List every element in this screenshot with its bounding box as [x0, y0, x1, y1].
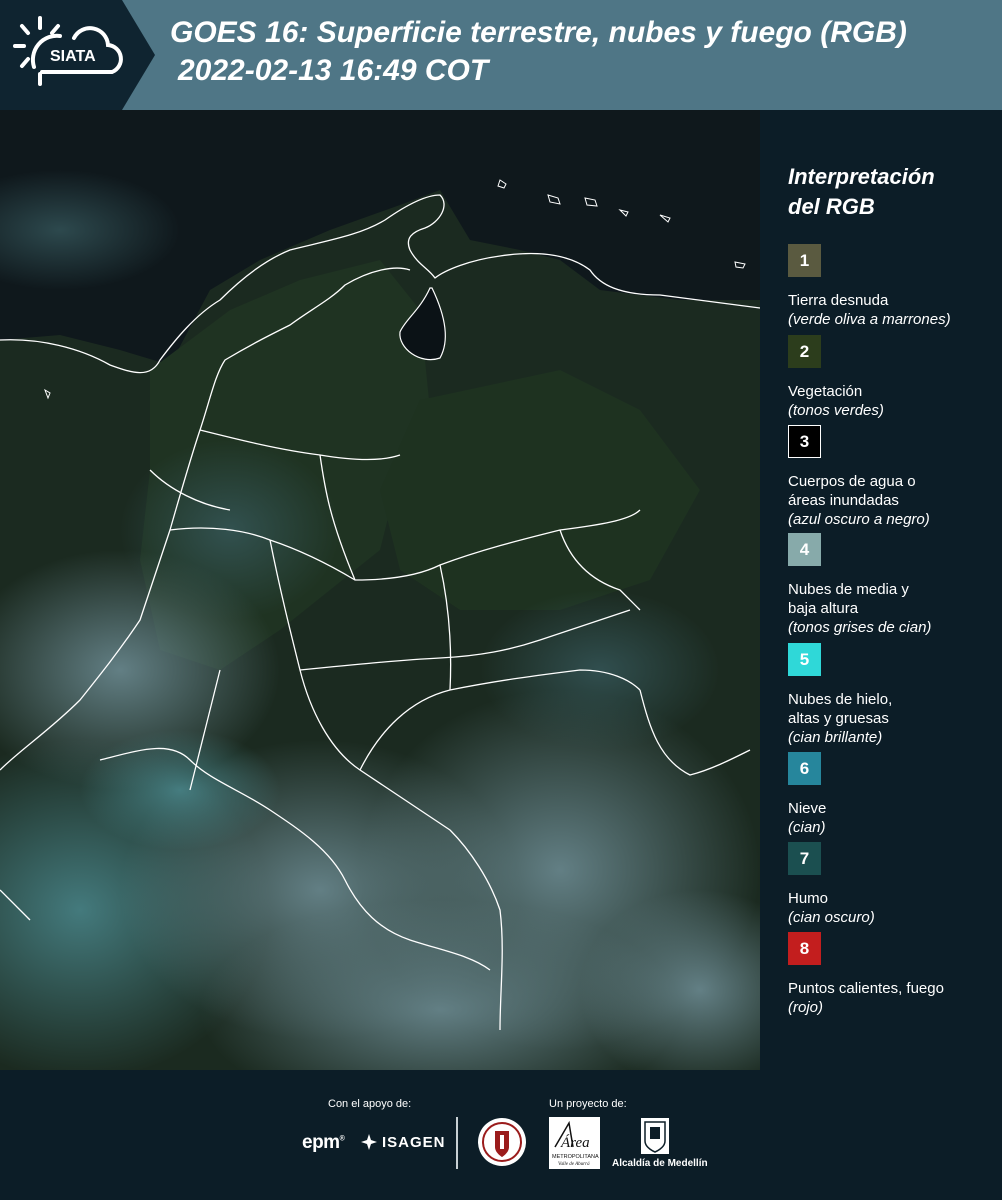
legend-swatch: 6: [788, 752, 821, 785]
isagen-logo: ISAGEN: [360, 1133, 446, 1151]
title-line-1: GOES 16: Superficie terrestre, nubes y f…: [170, 16, 907, 49]
svg-text:METROPOLITANA: METROPOLITANA: [552, 1154, 599, 1160]
satellite-image: [0, 110, 760, 1070]
page-title: GOES 16: Superficie terrestre, nubes y f…: [170, 14, 907, 90]
legend-swatch: 5: [788, 643, 821, 676]
legend-swatch: 3: [788, 425, 821, 458]
legend-item-ice-clouds: 5 Nubes de hielo, altas y gruesas (cian …: [788, 643, 998, 747]
isagen-star-icon: [361, 1134, 377, 1150]
legend-swatch: 7: [788, 842, 821, 875]
legend-title: Interpretación del RGB: [788, 164, 935, 219]
legend-swatch: 4: [788, 533, 821, 566]
svg-text:Área: Área: [560, 1134, 590, 1151]
legend-swatch: 8: [788, 932, 821, 965]
title-line-2: 2022-02-13 16:49 COT: [178, 54, 489, 87]
legend-swatch: 1: [788, 244, 821, 277]
footer-divider: [456, 1117, 458, 1169]
svg-text:SIATA: SIATA: [50, 48, 96, 65]
alcaldia-logo: Alcaldía de Medellín: [612, 1158, 708, 1169]
header-bar: SIATA GOES 16: Superficie terrestre, nub…: [0, 0, 1002, 110]
legend-item-mid-low-clouds: 4 Nubes de media y baja altura (tonos gr…: [788, 533, 998, 637]
legend-swatch: 2: [788, 335, 821, 368]
project-label: Un proyecto de:: [549, 1098, 627, 1110]
seal-logo-icon: [478, 1118, 526, 1166]
sponsor-footer: Con el apoyo de: Un proyecto de: epm® IS…: [0, 1070, 1002, 1200]
legend-item-vegetation: 2 Vegetación (tonos verdes): [788, 335, 998, 420]
alcaldia-shield-icon: [641, 1118, 669, 1154]
support-label: Con el apoyo de:: [328, 1098, 412, 1110]
siata-logo-icon: SIATA: [13, 16, 123, 86]
amva-logo: Área METROPOLITANA Valle de Aburrá: [549, 1117, 600, 1169]
siata-logo: SIATA: [0, 0, 155, 110]
epm-logo: epm®: [302, 1132, 345, 1153]
satellite-map-graphic: [0, 110, 760, 1070]
legend-item-bare-soil: 1 Tierra desnuda (verde oliva a marrones…: [788, 244, 998, 329]
legend-item-smoke: 7 Humo (cian oscuro): [788, 842, 998, 927]
amva-logo-icon: Área METROPOLITANA Valle de Aburrá: [552, 1120, 599, 1167]
svg-text:Valle de Aburrá: Valle de Aburrá: [558, 1162, 590, 1167]
legend-item-snow: 6 Nieve (cian): [788, 752, 998, 837]
legend-item-water: 3 Cuerpos de agua o áreas inundadas (azu…: [788, 425, 998, 529]
rgb-legend: Interpretación del RGB 1 Tierra desnuda …: [760, 110, 1002, 1070]
legend-item-fire: 8 Puntos calientes, fuego (rojo): [788, 932, 998, 1017]
